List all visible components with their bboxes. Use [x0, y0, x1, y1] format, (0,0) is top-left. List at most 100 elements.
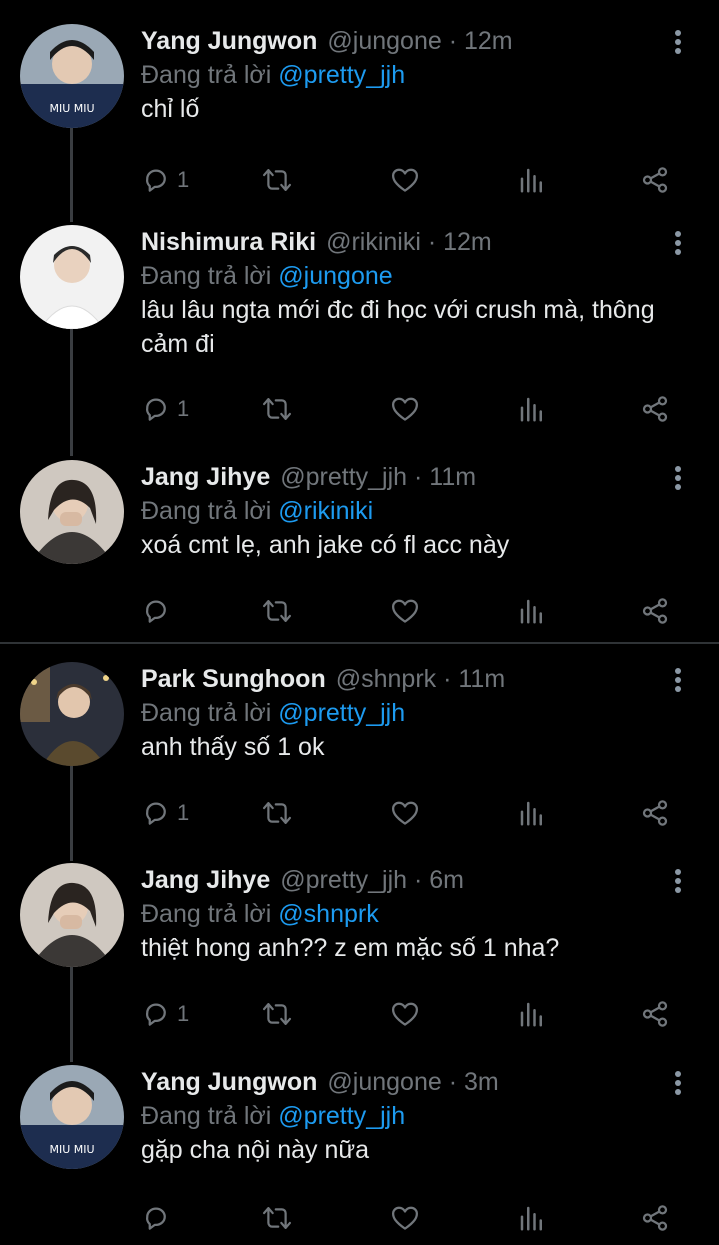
tweet-text: chỉ lố [141, 95, 200, 123]
reply-button[interactable]: 1 [141, 389, 189, 429]
tweet-header: Nishimura Riki @rikiniki · 12m [141, 225, 492, 259]
share-button[interactable] [639, 591, 671, 631]
like-button[interactable] [389, 591, 421, 631]
handle[interactable]: @pretty_jjh [280, 866, 407, 894]
more-icon[interactable] [664, 231, 692, 261]
reply-button[interactable]: 1 [141, 793, 189, 833]
share-icon [642, 1205, 668, 1231]
share-button[interactable] [639, 793, 671, 833]
mention-link[interactable]: @pretty_jjh [278, 61, 405, 89]
replying-to: Đang trả lời @pretty_jjh [141, 58, 405, 92]
views-icon [520, 801, 542, 826]
retweet-button[interactable] [261, 793, 293, 833]
like-button[interactable] [389, 793, 421, 833]
tweet-header: Yang Jungwon @jungone · 12m [141, 24, 513, 58]
mention-link[interactable]: @rikiniki [278, 497, 373, 525]
handle[interactable]: @shnprk [336, 665, 436, 693]
share-button[interactable] [639, 389, 671, 429]
reply-icon [146, 398, 166, 421]
like-button[interactable] [389, 994, 421, 1034]
timestamp[interactable]: 12m [464, 27, 513, 55]
like-button[interactable] [389, 160, 421, 200]
tweet-text: gặp cha nội này nữa [141, 1136, 370, 1164]
handle-time: @pretty_jjh · 6m [280, 866, 465, 894]
conversation-divider [0, 642, 719, 644]
views-button[interactable] [517, 994, 547, 1034]
handle[interactable]: @pretty_jjh [280, 463, 407, 491]
retweet-button[interactable] [261, 160, 293, 200]
tweet-text: thiệt hong anh?? z em mặc số 1 nha? [141, 934, 560, 962]
mention-link[interactable]: @jungone [278, 262, 392, 290]
mention-link[interactable]: @pretty_jjh [278, 1102, 405, 1130]
retweet-button[interactable] [261, 591, 293, 631]
avatar[interactable] [20, 460, 124, 564]
avatar[interactable]: MIU MIU [20, 24, 124, 128]
reply-button[interactable]: 1 [141, 994, 189, 1034]
thread-line [70, 126, 73, 222]
tweet-text: lâu lâu ngta mới đc đi học với crush mà,… [141, 296, 655, 358]
handle[interactable]: @jungone [327, 1068, 441, 1096]
timestamp[interactable]: 3m [464, 1068, 499, 1096]
timestamp[interactable]: 6m [429, 866, 464, 894]
timestamp[interactable]: 11m [429, 463, 476, 491]
timestamp[interactable]: 12m [443, 228, 492, 256]
views-button[interactable] [517, 389, 547, 429]
like-icon [392, 1206, 418, 1230]
display-name[interactable]: Park Sunghoon [141, 665, 326, 693]
share-icon [642, 1001, 668, 1027]
mention-link[interactable]: @shnprk [278, 900, 378, 928]
handle[interactable]: @jungone [327, 27, 441, 55]
reply-button[interactable]: 1 [141, 160, 189, 200]
replying-label: Đang trả lời [141, 900, 272, 928]
thread-line [70, 328, 73, 456]
reply-icon [146, 1207, 166, 1230]
avatar[interactable] [20, 225, 124, 329]
handle-time: @jungone · 3m [327, 1068, 499, 1096]
like-button[interactable] [389, 1198, 421, 1238]
share-button[interactable] [639, 160, 671, 200]
tweet-text: anh thấy số 1 ok [141, 733, 325, 761]
display-name[interactable]: Yang Jungwon [141, 1068, 317, 1096]
views-button[interactable] [517, 591, 547, 631]
reply-count: 1 [177, 396, 190, 421]
reply-icon [146, 802, 166, 825]
retweet-icon [262, 1003, 292, 1025]
more-icon[interactable] [664, 1071, 692, 1101]
retweet-icon [262, 802, 292, 824]
retweet-button[interactable] [261, 389, 293, 429]
tweet-header: Jang Jihye @pretty_jjh · 6m [141, 863, 464, 897]
svg-text:MIU MIU: MIU MIU [49, 102, 94, 115]
mention-link[interactable]: @pretty_jjh [278, 699, 405, 727]
retweet-button[interactable] [261, 1198, 293, 1238]
share-icon [642, 167, 668, 193]
timestamp[interactable]: 11m [458, 665, 505, 693]
share-button[interactable] [639, 994, 671, 1034]
avatar[interactable] [20, 662, 124, 766]
views-button[interactable] [517, 160, 547, 200]
more-icon[interactable] [664, 466, 692, 496]
replying-to: Đang trả lời @rikiniki [141, 494, 373, 528]
reply-button[interactable] [141, 1198, 177, 1238]
replying-label: Đang trả lời [141, 497, 272, 525]
display-name[interactable]: Jang Jihye [141, 463, 270, 491]
views-button[interactable] [517, 1198, 547, 1238]
avatar[interactable] [20, 863, 124, 967]
views-button[interactable] [517, 793, 547, 833]
replying-to: Đang trả lời @pretty_jjh [141, 696, 405, 730]
display-name[interactable]: Jang Jihye [141, 866, 270, 894]
display-name[interactable]: Nishimura Riki [141, 228, 316, 256]
replying-to: Đang trả lời @jungone [141, 259, 393, 293]
more-icon[interactable] [664, 869, 692, 899]
more-icon[interactable] [664, 668, 692, 698]
avatar[interactable]: MIU MIU [20, 1065, 124, 1169]
handle[interactable]: @rikiniki [326, 228, 421, 256]
action-bar: 1 [141, 160, 681, 200]
more-icon[interactable] [664, 30, 692, 60]
action-bar: 1 [141, 793, 681, 833]
display-name[interactable]: Yang Jungwon [141, 27, 317, 55]
views-icon [520, 397, 542, 422]
like-button[interactable] [389, 389, 421, 429]
share-button[interactable] [639, 1198, 671, 1238]
reply-button[interactable] [141, 591, 177, 631]
retweet-button[interactable] [261, 994, 293, 1034]
